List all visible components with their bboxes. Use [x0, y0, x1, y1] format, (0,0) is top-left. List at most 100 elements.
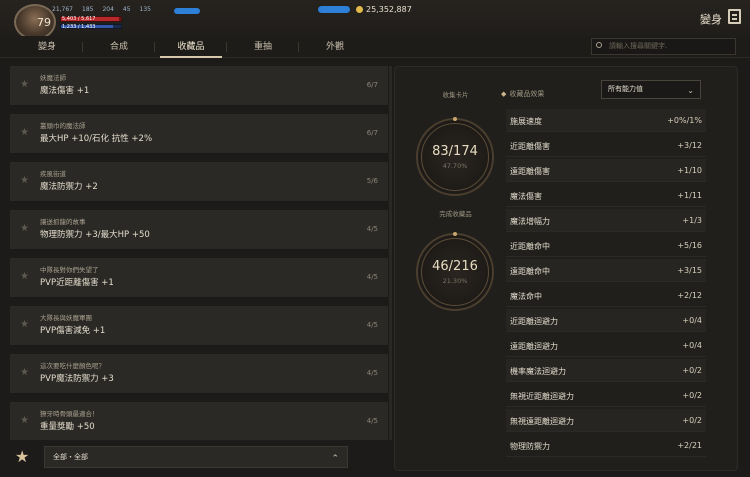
effect-name: 機率魔法迴避力	[510, 367, 566, 376]
mp-label: 1,233 / 1,433	[62, 24, 96, 30]
character-level: 79	[37, 16, 51, 29]
effect-name: 施展速度	[510, 117, 542, 126]
effect-value: +0%/1%	[667, 116, 702, 125]
collection-row[interactable]: ★ 獠牙時骨頭最適合！ 重量獎勵 +50 4/5	[10, 402, 388, 440]
search-icon	[596, 42, 602, 48]
collection-row[interactable]: ★ 大隊長與妖魔軍團 PVP傷害減免 +1 4/5	[10, 306, 388, 346]
effect-value: +2/12	[677, 291, 702, 300]
collection-name: 讓送抓龍的故事	[40, 218, 86, 226]
tab-transform[interactable]: 變身	[12, 36, 82, 58]
tab-synthesis[interactable]: 合成	[84, 36, 154, 58]
collection-row[interactable]: ★ 妖魔法師 魔法傷害 +1 6/7	[10, 66, 388, 106]
effect-row: 近距離迴避力 +0/4	[506, 309, 706, 332]
collection-name: 這次要吃什麼顏色呢？	[40, 362, 105, 370]
collection-summary-panel: 收集卡片 83/174 47.70% 完成收藏品 46/216 21.30% ◆…	[394, 66, 738, 471]
tab-divider	[298, 42, 299, 52]
effect-row: 施展速度 +0%/1%	[506, 109, 706, 132]
collection-name: 中隊長對你們失望了	[40, 266, 99, 274]
effect-value: +1/11	[677, 191, 702, 200]
stat-value: 135	[139, 6, 151, 13]
collection-count: 5/6	[366, 177, 378, 185]
effect-name: 近距離命中	[510, 242, 550, 251]
stat-value: 204	[102, 6, 114, 13]
favorite-star-icon[interactable]: ★	[20, 271, 29, 282]
effect-value: +2/21	[677, 441, 702, 450]
filter-bar: ★ 全部・全部 ⌃	[10, 445, 390, 471]
effect-name: 遠距離命中	[510, 267, 550, 276]
favorite-star-icon[interactable]: ★	[20, 175, 29, 186]
effect-name: 無視遠距離迴避力	[510, 417, 574, 426]
book-icon[interactable]	[728, 9, 741, 24]
effect-name: 魔法傷害	[510, 192, 542, 201]
tab-appearance[interactable]: 外觀	[300, 36, 370, 58]
effect-value: +0/2	[682, 391, 702, 400]
collection-row[interactable]: ★ 讓送抓龍的故事 物理防禦力 +3/最大HP +50 4/5	[10, 210, 388, 250]
chevron-down-icon: ⌄	[687, 86, 694, 95]
effects-header-label: 收藏品效果	[509, 90, 545, 98]
effect-value: +3/12	[677, 141, 702, 150]
stat-row: 21,767 185 204 45 135	[52, 6, 151, 13]
search-input[interactable]: 請輸入搜尋關鍵字.	[591, 38, 736, 55]
collection-effect: PVP魔法防禦力 +3	[40, 374, 114, 384]
tab-collection[interactable]: 收藏品	[156, 36, 226, 58]
collection-effect: 魔法傷害 +1	[40, 86, 90, 96]
page-title: 變身	[700, 13, 722, 26]
collection-name: 大隊長與妖魔軍團	[40, 314, 92, 322]
favorites-filter-star-icon[interactable]: ★	[15, 447, 29, 466]
effect-row: 近距離命中 +5/16	[506, 234, 706, 257]
cards-value: 83/174	[432, 144, 478, 159]
filter-label: 全部・全部	[53, 453, 88, 461]
effect-value: +0/2	[682, 366, 702, 375]
effect-row: 物理防禦力 +2/21	[506, 434, 706, 457]
tab-redraw[interactable]: 重抽	[228, 36, 298, 58]
stat-value: 185	[82, 6, 94, 13]
collection-effect: 最大HP +10/石化 抗性 +2%	[40, 134, 153, 144]
stat-value: 21,767	[52, 6, 73, 13]
effect-name: 魔法命中	[510, 292, 542, 301]
completed-progress-ring: 46/216 21.30%	[416, 232, 494, 311]
favorite-star-icon[interactable]: ★	[20, 415, 29, 426]
collection-row[interactable]: ★ 中隊長對你們失望了 PVP近距離傷害 +1 4/5	[10, 258, 388, 298]
chevron-up-icon: ⌃	[331, 454, 339, 464]
collection-row[interactable]: ★ 這次要吃什麼顏色呢？ PVP魔法防禦力 +3 4/5	[10, 354, 388, 394]
hp-label: 5,403 / 5,617	[62, 16, 96, 22]
stat-filter-select[interactable]: 所有能力值 ⌄	[601, 80, 701, 99]
collection-row[interactable]: ★ 叢頭巾的魔法師 最大HP +10/石化 抗性 +2% 6/7	[10, 114, 388, 154]
favorite-star-icon[interactable]: ★	[20, 367, 29, 378]
effect-name: 無視近距離迴避力	[510, 392, 574, 401]
cards-caption: 收集卡片	[442, 91, 469, 99]
ring-marker	[453, 232, 457, 236]
favorite-star-icon[interactable]: ★	[20, 319, 29, 330]
effect-name: 遠距離迴避力	[510, 342, 558, 351]
cards-progress-ring: 83/174 47.70%	[416, 117, 494, 196]
favorite-star-icon[interactable]: ★	[20, 223, 29, 234]
collection-row[interactable]: ★ 疾風街道 魔法防禦力 +2 5/6	[10, 162, 388, 202]
collection-count: 4/5	[366, 369, 378, 377]
collection-name: 叢頭巾的魔法師	[40, 122, 86, 130]
collection-effect: 重量獎勵 +50	[40, 422, 95, 432]
collection-name: 獠牙時骨頭最適合！	[40, 410, 99, 418]
favorite-star-icon[interactable]: ★	[20, 79, 29, 90]
top-bar: 79 21,767 185 204 45 135 5,403 / 5,617 1…	[0, 0, 750, 40]
effect-row: 遠距離傷害 +1/10	[506, 159, 706, 182]
effect-name: 物理防禦力	[510, 442, 550, 451]
ring-marker	[453, 117, 457, 121]
effect-row: 魔法傷害 +1/11	[506, 184, 706, 207]
completed-value: 46/216	[432, 259, 478, 274]
collection-effect: PVP傷害減免 +1	[40, 326, 106, 336]
effect-row: 無視近距離迴避力 +0/2	[506, 384, 706, 407]
favorite-star-icon[interactable]: ★	[20, 127, 29, 138]
progress-column: 收集卡片 83/174 47.70% 完成收藏品 46/216 21.30%	[395, 67, 498, 472]
effect-value: +1/10	[677, 166, 702, 175]
list-scrollbar[interactable]	[389, 66, 392, 440]
collection-list[interactable]: ★ 妖魔法師 魔法傷害 +1 6/7 ★ 叢頭巾的魔法師 最大HP +10/石化…	[10, 66, 390, 440]
category-filter-dropdown[interactable]: 全部・全部 ⌃	[44, 446, 348, 468]
effect-row: 近距離傷害 +3/12	[506, 134, 706, 157]
currency-display: 25,352,887	[356, 5, 412, 14]
collection-count: 4/5	[366, 273, 378, 281]
tab-divider	[226, 42, 227, 52]
effect-row: 機率魔法迴避力 +0/2	[506, 359, 706, 382]
collection-count: 6/7	[366, 129, 378, 137]
stat-filter-value: 所有能力值	[608, 85, 643, 93]
collection-effect: 物理防禦力 +3/最大HP +50	[40, 230, 150, 240]
